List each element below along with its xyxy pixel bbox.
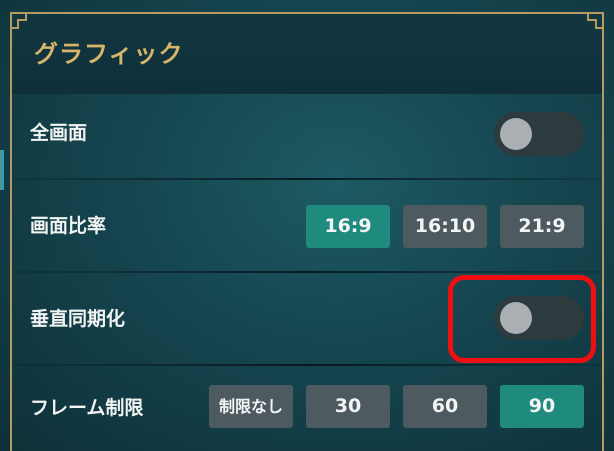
fullscreen-label: 全画面 <box>30 122 88 144</box>
aspect-option-16-9[interactable]: 16:9 <box>306 205 390 248</box>
vsync-label: 垂直同期化 <box>30 308 126 330</box>
frame-limit-option-60[interactable]: 60 <box>403 385 487 428</box>
graphics-settings-panel: グラフィック 全画面 画面比率 16:9 16:10 21:9 垂直同期化 フレ… <box>0 0 614 451</box>
row-divider <box>12 178 602 180</box>
frame-limit-option-90[interactable]: 90 <box>500 385 584 428</box>
row-divider <box>12 271 602 273</box>
aspect-option-21-9[interactable]: 21:9 <box>500 205 584 248</box>
frame-limit-label: フレーム制限 <box>30 397 144 419</box>
frame-limit-option-30[interactable]: 30 <box>306 385 390 428</box>
aspect-ratio-label: 画面比率 <box>30 215 107 237</box>
frame-corner-ornament <box>587 14 602 29</box>
aspect-option-16-10[interactable]: 16:10 <box>403 205 487 248</box>
fullscreen-toggle[interactable] <box>494 112 584 156</box>
side-glow-decoration <box>0 150 4 190</box>
setting-row-fullscreen: 全画面 <box>12 88 602 178</box>
toggle-knob <box>500 118 532 150</box>
frame-corner-ornament <box>12 14 27 29</box>
vsync-highlight-annotation <box>448 275 596 363</box>
setting-row-aspect-ratio: 画面比率 16:9 16:10 21:9 <box>12 181 602 271</box>
setting-row-frame-limit: フレーム制限 制限なし 30 60 90 <box>12 363 602 451</box>
frame-limit-option-unlimited[interactable]: 制限なし <box>209 385 293 428</box>
